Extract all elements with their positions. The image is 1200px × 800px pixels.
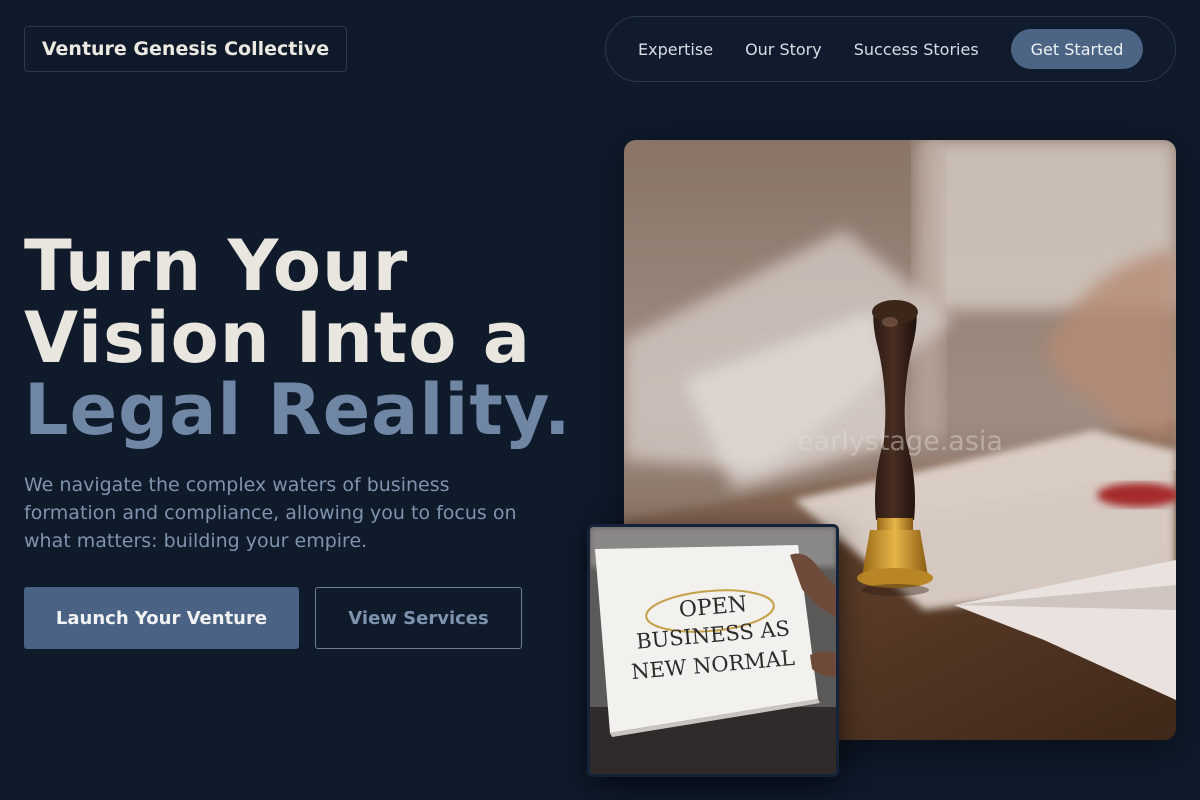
view-services-button[interactable]: View Services [315,587,522,649]
launch-venture-button[interactable]: Launch Your Venture [24,587,299,649]
headline-line-3-highlight: Legal Reality. [24,369,572,451]
get-started-button[interactable]: Get Started [1010,29,1144,69]
nav-link-expertise[interactable]: Expertise [638,40,713,59]
brand-name: Venture Genesis Collective [41,38,330,60]
hero-subcopy: We navigate the complex waters of busine… [24,474,517,552]
image-watermark: earlystage.asia [797,426,1003,457]
top-nav: Expertise Our Story Success Stories Get … [605,16,1176,82]
brand-logo[interactable]: Venture Genesis Collective [24,26,347,72]
nav-link-our-story[interactable]: Our Story [745,40,822,59]
nav-link-success-stories[interactable]: Success Stories [854,40,979,59]
open-sign-illustration [590,527,836,774]
headline-line-1: Turn Your [24,225,409,307]
headline-line-2: Vision Into a [24,297,531,379]
landing-page: Venture Genesis Collective Expertise Our… [0,0,1200,800]
hero-headline: Turn Your Vision Into a Legal Reality. [24,230,604,446]
hero-image-open-sign: OPEN BUSINESS AS NEW NORMAL [587,524,839,777]
